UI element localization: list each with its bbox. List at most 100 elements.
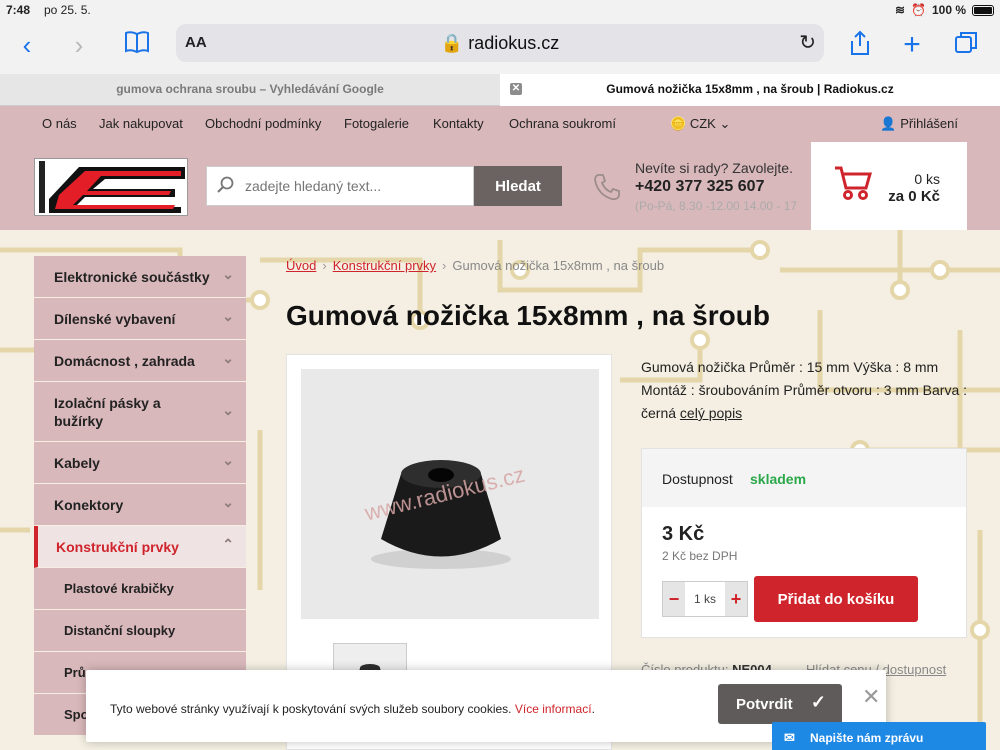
site-header: Hledat Nevíte si rady? Zavolejte. +420 3… — [0, 142, 1000, 230]
chevron-down-icon[interactable]: ⌄ — [222, 350, 234, 367]
checkmark-icon: ✓ — [810, 692, 826, 712]
search-button[interactable]: Hledat — [474, 166, 562, 206]
chevron-right-icon: › — [442, 258, 447, 273]
tab-bar: gumova ochrana sroubu – Vyhledávání Goog… — [0, 74, 1000, 106]
tab-google-search[interactable]: gumova ochrana sroubu – Vyhledávání Goog… — [0, 74, 500, 106]
nav-fotogalerie[interactable]: Fotogalerie — [344, 116, 409, 131]
chevron-right-icon: › — [322, 258, 327, 273]
reload-icon[interactable]: ↻ — [799, 30, 816, 55]
sidebar-item-elektronicke-soucastky[interactable]: Elektronické součástky ⌄ — [34, 256, 246, 298]
sidebar-item-label: Konstrukční prvky — [56, 539, 179, 555]
battery-icon — [972, 4, 994, 16]
sidebar-item-konektory[interactable]: Konektory ⌄ — [34, 484, 246, 526]
sidebar-item-label: Elektronické součástky — [54, 269, 210, 285]
nav-ochrana-soukromi[interactable]: Ochrana soukromí — [509, 116, 616, 131]
chevron-down-icon[interactable]: ⌄ — [222, 402, 234, 419]
user-icon: 👤 — [880, 116, 897, 131]
lock-icon: 🔒 — [440, 33, 464, 53]
url-text: radiokus.cz — [468, 33, 560, 53]
chevron-down-icon[interactable]: ⌄ — [222, 266, 234, 283]
tab-title: Gumová nožička 15x8mm , na šroub | Radio… — [606, 82, 894, 96]
page-title: Gumová nožička 15x8mm , na šroub — [286, 300, 770, 331]
search-icon — [217, 176, 235, 199]
breadcrumb-home[interactable]: Úvod — [286, 258, 316, 273]
site-top-nav: O nás Jak nakupovat Obchodní podmínky Fo… — [0, 106, 1000, 142]
sidebar-subitem-plastove-krabicky[interactable]: Plastové krabičky — [34, 568, 246, 610]
browser-toolbar: ‹ › AA 🔒 radiokus.cz ↻ + — [0, 20, 1000, 74]
sidebar-subitem-label: Spo — [64, 707, 89, 722]
cart-icon — [833, 164, 873, 211]
breadcrumb-parent[interactable]: Konstrukční prvky — [333, 258, 436, 273]
cart-count: 0 ks — [914, 171, 940, 187]
status-bar: 7:48 po 25. 5. ≋ ⏰ 100 % — [0, 0, 1000, 20]
chat-widget[interactable]: ✉ Napište nám zprávu — [772, 722, 986, 750]
status-time: 7:48 — [6, 3, 31, 17]
increase-quantity-button[interactable]: + — [725, 582, 747, 616]
status-date: po 25. 5. — [44, 3, 91, 17]
sidebar-item-domacnost-zahrada[interactable]: Domácnost , zahrada ⌄ — [34, 340, 246, 382]
decrease-quantity-button[interactable]: − — [663, 582, 685, 616]
sidebar-item-izolacni-pasky[interactable]: Izolační pásky a bužírky ⌄ — [34, 382, 246, 442]
quantity-input[interactable]: 1 ks — [685, 592, 725, 606]
mail-icon: ✉ — [784, 730, 795, 745]
chevron-down-icon: ⌄ — [719, 116, 731, 131]
site-logo[interactable] — [34, 158, 188, 216]
cart-widget[interactable]: 0 ks za 0 Kč — [811, 142, 967, 230]
chevron-down-icon[interactable]: ⌄ — [222, 308, 234, 325]
battery-percent: 100 % — [931, 3, 966, 17]
close-icon[interactable]: ✕ — [862, 684, 880, 710]
nav-jak-nakupovat[interactable]: Jak nakupovat — [99, 116, 183, 131]
sidebar-item-konstrukcni-prvky[interactable]: Konstrukční prvky ⌃ — [34, 526, 246, 568]
login-link[interactable]: 👤 Přihlášení — [880, 116, 958, 132]
category-sidebar: Elektronické součástky ⌄ Dílenské vybave… — [34, 256, 246, 736]
tabs-overview-icon[interactable] — [951, 30, 981, 60]
availability-row: Dostupnost skladem — [642, 449, 966, 507]
close-tab-icon[interactable]: ✕ — [510, 83, 522, 95]
availability-label: Dostupnost — [662, 471, 733, 487]
sidebar-item-label: Konektory — [54, 497, 124, 513]
cart-sum: za 0 Kč — [888, 188, 940, 205]
price: 3 Kč — [662, 523, 705, 545]
price-without-vat: 2 Kč bez DPH — [662, 549, 738, 563]
product-image[interactable]: www.radiokus.cz — [301, 369, 599, 619]
coins-icon: 🪙 — [670, 116, 687, 131]
add-to-cart-button[interactable]: Přidat do košíku — [754, 576, 918, 622]
chevron-up-icon[interactable]: ⌃ — [222, 536, 234, 553]
full-description-link[interactable]: celý popis — [680, 405, 742, 421]
contact-question: Nevíte si rady? Zavolejte. — [635, 160, 793, 176]
currency-selector[interactable]: 🪙 CZK ⌄ — [670, 116, 730, 132]
sidebar-item-kabely[interactable]: Kabely ⌄ — [34, 442, 246, 484]
address-bar[interactable]: AA 🔒 radiokus.cz ↻ — [176, 24, 824, 62]
phone-icon — [592, 172, 622, 209]
wifi-icon: ≋ — [894, 3, 906, 17]
opening-hours: (Po-Pá, 8.30 -12.00 14.00 - 17 — [635, 199, 798, 213]
bookmarks-icon[interactable] — [122, 30, 152, 60]
chevron-down-icon[interactable]: ⌄ — [222, 494, 234, 511]
forward-icon[interactable]: › — [64, 30, 94, 60]
share-icon[interactable] — [845, 30, 875, 60]
contact-info: Nevíte si rady? Zavolejte. +420 377 325 … — [635, 160, 797, 213]
sidebar-item-dilenske-vybaveni[interactable]: Dílenské vybavení ⌄ — [34, 298, 246, 340]
back-icon[interactable]: ‹ — [12, 30, 42, 60]
tab-title: gumova ochrana sroubu – Vyhledávání Goog… — [116, 82, 384, 96]
cookie-text: Tyto webové stránky využívají k poskytov… — [110, 702, 595, 716]
sidebar-subitem-distancni-sloupky[interactable]: Distanční sloupky — [34, 610, 246, 652]
phone-number[interactable]: +420 377 325 607 — [635, 178, 797, 196]
short-description: Gumová nožička Průměr : 15 mm Výška : 8 … — [641, 356, 971, 425]
chat-label: Napište nám zprávu — [810, 731, 924, 745]
tab-radiokus[interactable]: ✕ Gumová nožička 15x8mm , na šroub | Rad… — [500, 74, 1000, 106]
nav-obchodni-podminky[interactable]: Obchodní podmínky — [205, 116, 321, 131]
new-tab-icon[interactable]: + — [897, 30, 927, 60]
cookie-confirm-label: Potvrdit — [736, 695, 793, 713]
sidebar-item-label: Dílenské vybavení — [54, 311, 176, 327]
buy-box: Dostupnost skladem 3 Kč 2 Kč bez DPH − 1… — [641, 448, 967, 638]
sidebar-item-label: Domácnost , zahrada — [54, 353, 195, 369]
nav-kontakty[interactable]: Kontakty — [433, 116, 484, 131]
search-input[interactable] — [245, 175, 465, 197]
chevron-down-icon[interactable]: ⌄ — [222, 452, 234, 469]
quantity-stepper: − 1 ks + — [662, 581, 748, 617]
cookie-confirm-button[interactable]: Potvrdit ✓ — [718, 684, 842, 724]
cookie-bar: Tyto webové stránky využívají k poskytov… — [86, 670, 886, 742]
cookie-more-info-link[interactable]: Více informací — [515, 702, 592, 716]
nav-o-nas[interactable]: O nás — [42, 116, 77, 131]
